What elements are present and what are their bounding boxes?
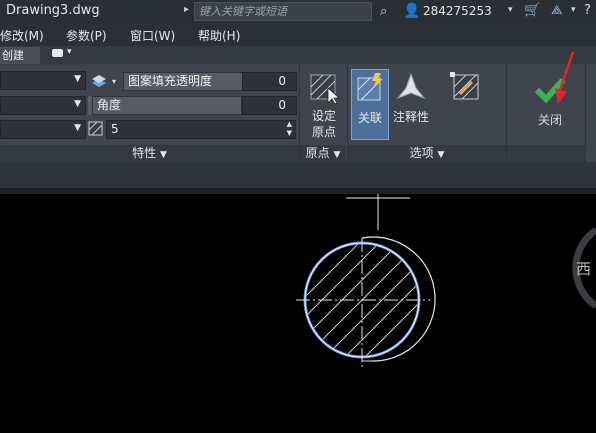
binoculars-icon[interactable]: ⌕ — [380, 4, 387, 19]
match-properties-icon — [450, 72, 479, 100]
network-chevron-icon[interactable]: ▾ — [571, 5, 576, 15]
match-properties-button[interactable] — [450, 72, 484, 104]
panel-expand-icon: ▼ — [333, 150, 341, 160]
annotative-icon — [396, 72, 426, 100]
tab-overflow-button[interactable]: ▾ — [50, 47, 76, 62]
hatched-circle-drawing — [296, 194, 596, 369]
set-origin-button[interactable]: 设定 原点 — [303, 70, 345, 142]
title-bar: Drawing3.dwg ▸ ⌕ 👤 284275253 ▾ 🛒 ⟁ ▾ ? — [0, 0, 596, 24]
document-title: Drawing3.dwg — [6, 3, 100, 18]
layers-icon[interactable]: ▾ — [90, 72, 124, 90]
user-menu-chevron-icon[interactable]: ▾ — [508, 5, 513, 15]
chevron-down-icon: ▼ — [74, 123, 81, 133]
search-input[interactable] — [195, 3, 371, 20]
menu-help[interactable]: 帮助(H) — [198, 27, 240, 44]
hatch-scale-icon — [88, 121, 103, 136]
tab-chevron-icon: ▾ — [67, 47, 72, 57]
panel-expand-icon: ▼ — [159, 150, 167, 160]
viewcube-west-label[interactable]: 西 — [576, 258, 591, 279]
angle-label: 角度 — [92, 96, 242, 115]
set-origin-icon — [310, 74, 340, 104]
menu-parameters[interactable]: 参数(P) — [66, 27, 107, 44]
search-box[interactable] — [194, 2, 372, 21]
annotative-button[interactable]: 注释性 — [390, 70, 432, 140]
drawing-canvas[interactable]: 西 — [0, 194, 596, 430]
associative-icon — [357, 73, 383, 101]
help-icon[interactable]: ? — [584, 3, 591, 18]
svg-text:▾: ▾ — [112, 77, 116, 86]
annotation-arrow-icon — [555, 51, 575, 104]
user-id[interactable]: 284275253 — [423, 4, 492, 18]
associative-button[interactable]: 关联 — [351, 69, 389, 140]
properties-panel-title[interactable]: 特性 ▼ — [0, 145, 299, 162]
tab-create[interactable]: 创建 — [0, 47, 40, 64]
chevron-down-icon: ▼ — [74, 99, 81, 109]
angle-value[interactable]: 0 — [242, 96, 297, 115]
close-panel-title — [507, 145, 585, 162]
network-icon[interactable]: ⟁ — [551, 3, 563, 18]
options-panel-title[interactable]: 选项 ▼ — [348, 145, 506, 162]
hatch-type-dropdown[interactable]: ▼ — [0, 71, 86, 90]
origin-panel-title[interactable]: 原点 ▼ — [300, 145, 346, 162]
hatch-scale-value: 5 — [111, 122, 119, 136]
menu-window[interactable]: 窗口(W) — [130, 27, 175, 44]
hatch-color-dropdown[interactable]: ▼ — [0, 96, 86, 115]
panel-expand-icon: ▼ — [437, 150, 445, 160]
cart-icon[interactable]: 🛒 — [524, 3, 540, 18]
menu-bar: 修改(M) 参数(P) 窗口(W) 帮助(H) — [0, 24, 596, 46]
user-icon[interactable]: 👤 — [403, 3, 420, 19]
menu-modify[interactable]: 修改(M) — [0, 27, 44, 44]
transparency-value[interactable]: 0 — [242, 72, 297, 91]
ribbon-tab-row — [0, 46, 596, 64]
spinner-arrows-icon[interactable]: ▲ ▼ — [287, 120, 292, 138]
transparency-label: 图案填充透明度 — [123, 72, 243, 91]
hatch-scale-spinner[interactable]: 5 ▲ ▼ — [106, 120, 296, 139]
background-color-dropdown[interactable]: ▼ — [0, 120, 86, 139]
expand-arrow-icon[interactable]: ▸ — [184, 4, 189, 15]
chevron-down-icon: ▼ — [74, 74, 81, 84]
panel-divider — [585, 64, 586, 162]
panel-toggle-icon — [52, 49, 63, 57]
